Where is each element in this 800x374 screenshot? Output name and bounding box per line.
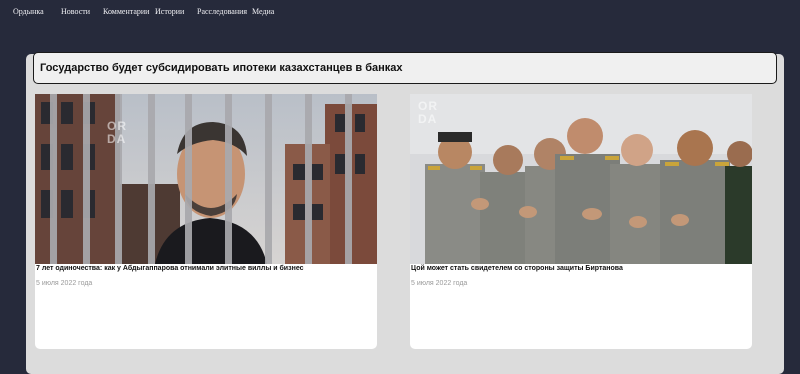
nav-link-news[interactable]: Новости: [61, 7, 90, 17]
article-card[interactable]: OR DA Цой может стать свидетелем со сторо…: [410, 94, 752, 349]
article-card[interactable]: OR DA 7 лет одиночества: как у Абдыгаппар…: [35, 94, 377, 349]
article-title[interactable]: Цой может стать свидетелем со стороны за…: [411, 265, 623, 272]
image-watermark: OR DA: [107, 119, 127, 146]
article-date: 5 июля 2022 года: [411, 280, 468, 287]
nav-link-investigations[interactable]: Расследования: [197, 7, 247, 17]
nav-link-comments[interactable]: Комментарии: [103, 7, 149, 17]
article-image[interactable]: OR DA: [410, 94, 752, 264]
nav-link-media[interactable]: Медиа: [252, 7, 274, 17]
article-image[interactable]: OR DA: [35, 94, 377, 264]
article-date: 5 июля 2022 года: [36, 280, 93, 287]
headline-text[interactable]: Государство будет субсидировать ипотеки …: [40, 62, 403, 74]
nav-link-stories[interactable]: Истории: [155, 7, 184, 17]
headline-banner[interactable]: Государство будет субсидировать ипотеки …: [33, 52, 777, 84]
nav-link-ordynka[interactable]: Ордынка: [13, 7, 44, 17]
article-title[interactable]: 7 лет одиночества: как у Абдыгаппарова о…: [36, 265, 304, 272]
image-watermark: OR DA: [418, 99, 438, 126]
